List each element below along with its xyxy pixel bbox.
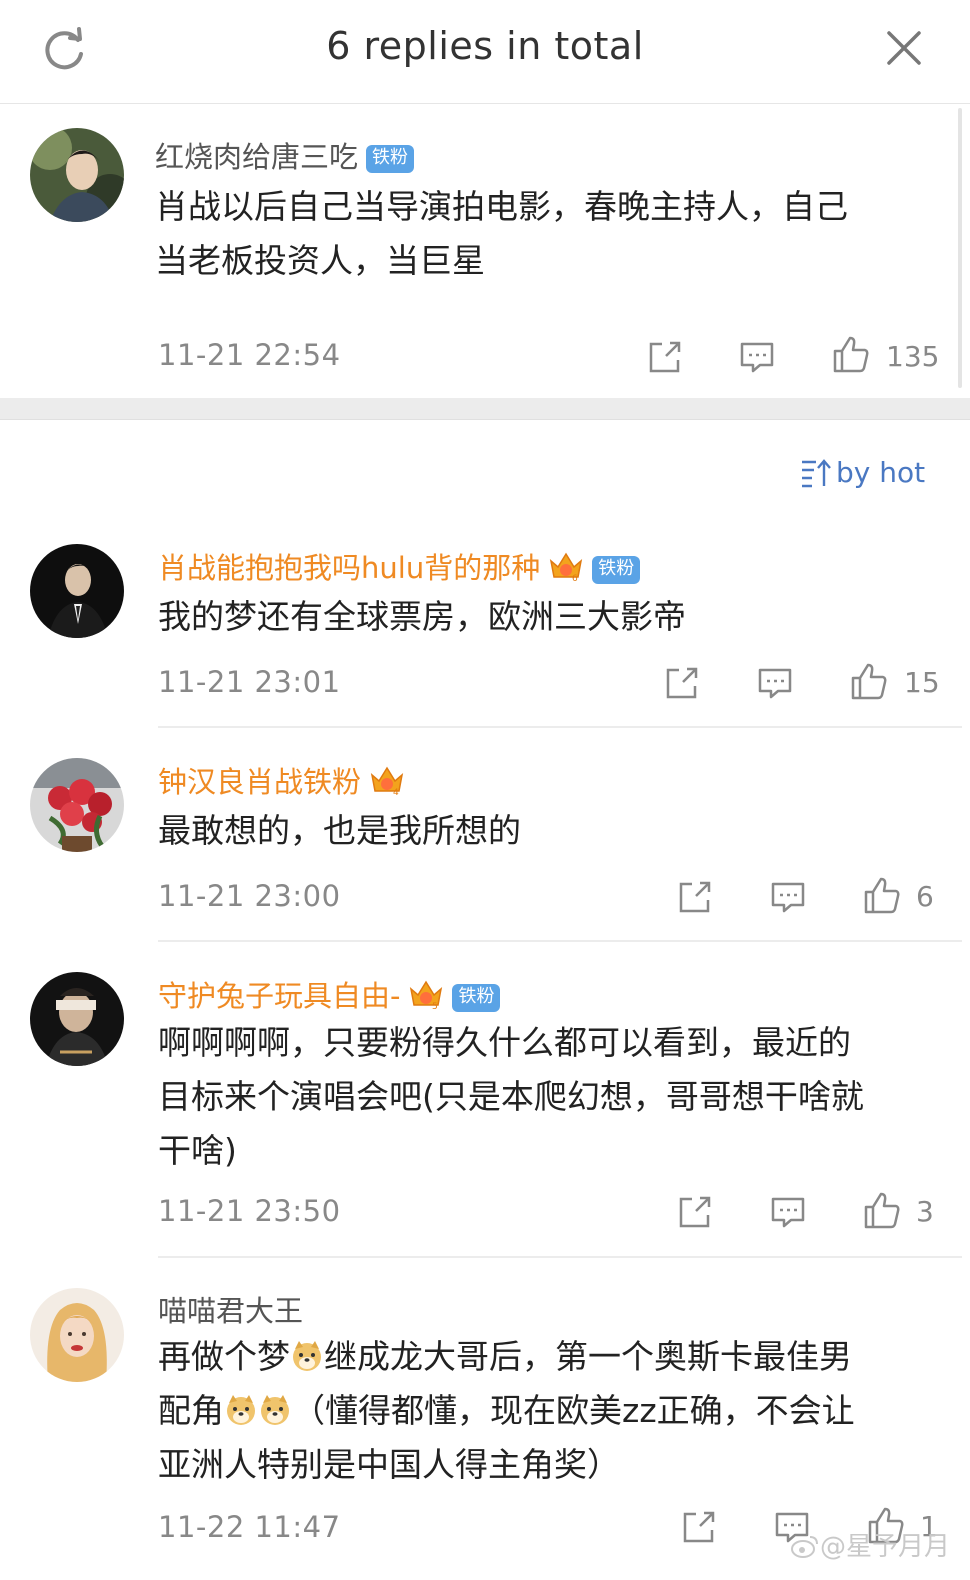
reply-separator [158, 940, 962, 942]
comment-line: 肖战以后自己当导演拍电影，春晚主持人，自己 [155, 187, 848, 226]
share-icon[interactable] [646, 338, 684, 376]
timestamp: 11-22 11:47 [158, 1510, 341, 1544]
iron-fan-badge: 铁粉 [366, 145, 415, 173]
crown-level: 4 [393, 788, 399, 797]
dialog-title: 6 replies in total [326, 24, 644, 68]
share-icon[interactable] [663, 664, 701, 702]
watermark: @星予月月 [790, 1526, 950, 1563]
timestamp: 11-21 22:54 [158, 338, 341, 372]
sort-icon [802, 459, 831, 488]
comment-line: 再做个梦 继成龙大哥后，第一个奥斯卡最佳男 [158, 1330, 855, 1384]
avatar[interactable] [30, 544, 124, 638]
comment-line: 亚洲人特别是中国人得主角奖） [158, 1445, 620, 1484]
username-text[interactable]: 肖战能抱抱我吗hulu背的那种 [158, 551, 540, 585]
iron-fan-badge: 铁粉 [452, 984, 501, 1012]
comment-segment: （懂得都懂，现在欧美zz正确，不会让 [292, 1391, 855, 1430]
username[interactable]: 钟汉良肖战铁粉 4 [158, 759, 405, 801]
share-icon[interactable] [676, 1193, 714, 1231]
sort-toggle[interactable]: by hot [800, 456, 925, 496]
comment-text: 啊啊啊啊，只要粉得久什么都可以看到，最近的 目标来个演唱会吧(只是本爬幻想，哥哥… [158, 1016, 864, 1178]
username-text[interactable]: 守护兔子玩具自由- [158, 979, 400, 1013]
comment-line: 配角 （懂得都懂，现在欧美zz正确，不会让 [158, 1384, 855, 1438]
doge-emoji-icon [227, 1395, 255, 1425]
root-comment: 红烧肉给唐三吃 铁粉 肖战以后自己当导演拍电影，春晚主持人，自己 当老板投资人，当… [0, 104, 970, 400]
username[interactable]: 红烧肉给唐三吃 铁粉 [155, 134, 415, 176]
close-icon[interactable] [884, 28, 924, 68]
crown-level: 5 [432, 1002, 438, 1011]
reply-separator [158, 1256, 962, 1258]
comment-line: 当老板投资人，当巨星 [155, 241, 485, 280]
comment-icon[interactable] [769, 1193, 807, 1231]
sort-label[interactable]: by hot [836, 456, 925, 489]
like-icon[interactable] [862, 1190, 902, 1230]
username-text[interactable]: 钟汉良肖战铁粉 [158, 765, 361, 799]
share-icon[interactable] [676, 878, 714, 916]
doge-emoji-icon [261, 1395, 289, 1425]
like-count: 6 [916, 880, 934, 913]
dialog-header: 6 replies in total [0, 0, 970, 104]
username-text[interactable]: 喵喵君大王 [158, 1294, 303, 1328]
timestamp: 11-21 23:00 [158, 879, 341, 913]
share-icon[interactable] [680, 1508, 718, 1546]
username[interactable]: 肖战能抱抱我吗hulu背的那种 6 铁粉 [158, 545, 641, 587]
avatar[interactable] [30, 758, 124, 852]
comment-line: 目标来个演唱会吧(只是本爬幻想，哥哥想干啥就 [158, 1077, 864, 1116]
crown-level: 6 [572, 574, 578, 583]
comment-segment: 再做个梦 [158, 1337, 290, 1376]
doge-emoji-icon [293, 1341, 321, 1371]
comment-line: 最敢想的，也是我所想的 [158, 811, 521, 850]
comment-icon[interactable] [738, 338, 776, 376]
comment-line: 啊啊啊啊，只要粉得久什么都可以看到，最近的 [158, 1023, 851, 1062]
reply-separator [158, 726, 962, 728]
like-count: 15 [904, 666, 940, 699]
comment-line: 我的梦还有全球票房，欧洲三大影帝 [158, 597, 686, 636]
comment-text: 再做个梦 继成龙大哥后，第一个奥斯卡最佳男 配角 （懂得都懂，现在欧美zz正确，不会… [158, 1330, 855, 1492]
avatar[interactable] [30, 972, 124, 1066]
like-icon[interactable] [849, 661, 889, 701]
crown-icon: 4 [370, 766, 404, 797]
username-text[interactable]: 红烧肉给唐三吃 [155, 140, 358, 174]
weibo-logo-icon [791, 1536, 818, 1558]
comment-segment: 配角 [158, 1391, 224, 1430]
comment-segment: 继成龙大哥后，第一个奥斯卡最佳男 [324, 1337, 852, 1376]
username[interactable]: 守护兔子玩具自由- 5 铁粉 [158, 973, 501, 1015]
avatar[interactable] [30, 128, 124, 222]
section-divider [0, 398, 970, 420]
watermark-text: @星予月月 [820, 1532, 951, 1562]
username[interactable]: 喵喵君大王 [158, 1288, 303, 1330]
crown-icon: 6 [550, 552, 583, 583]
like-icon[interactable] [831, 334, 871, 374]
crown-icon: 5 [410, 980, 443, 1011]
comment-text: 肖战以后自己当导演拍电影，春晚主持人，自己 当老板投资人，当巨星 [155, 180, 848, 288]
comment-text: 最敢想的，也是我所想的 [158, 804, 521, 858]
like-count: 135 [886, 340, 940, 373]
avatar[interactable] [30, 1288, 124, 1382]
iron-fan-badge: 铁粉 [592, 556, 641, 584]
timestamp: 11-21 23:50 [158, 1194, 341, 1228]
comment-icon[interactable] [769, 878, 807, 916]
like-count: 3 [916, 1195, 934, 1228]
timestamp: 11-21 23:01 [158, 665, 341, 699]
like-icon[interactable] [862, 875, 902, 915]
comment-icon[interactable] [756, 664, 794, 702]
comment-line: 干啥) [158, 1131, 237, 1170]
comment-text: 我的梦还有全球票房，欧洲三大影帝 [158, 590, 686, 644]
